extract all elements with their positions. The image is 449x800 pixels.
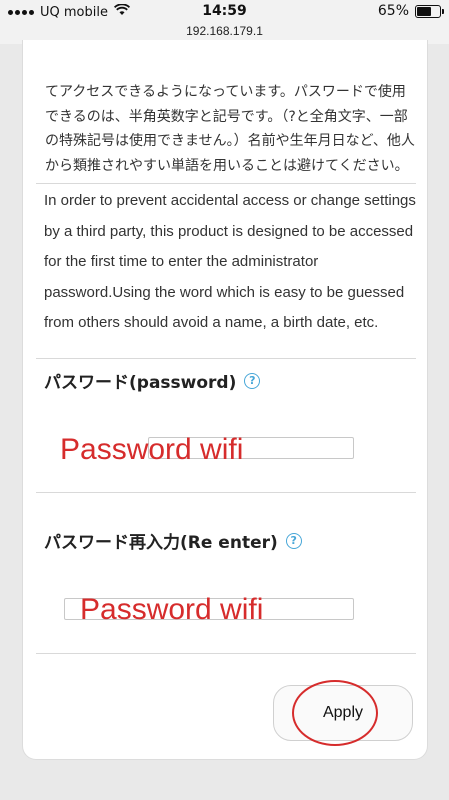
- divider: [36, 358, 416, 359]
- description-japanese: てアクセスできるようになっています。パスワードで使用できるのは、半角英数字と記号…: [45, 84, 415, 174]
- battery-percent: 65%: [377, 3, 409, 19]
- description-english: In order to prevent accidental access or…: [44, 192, 416, 331]
- divider: [36, 183, 416, 184]
- reenter-annotation: Password wifi: [80, 593, 264, 626]
- password-annotation: Password wifi: [60, 433, 244, 466]
- divider: [36, 653, 416, 654]
- password-label: パスワード(password) ?: [44, 368, 261, 393]
- status-right: 65%: [377, 3, 444, 19]
- reenter-label: パスワード再入力(Re enter) ?: [44, 528, 302, 553]
- apply-button[interactable]: Apply: [273, 685, 413, 741]
- help-icon[interactable]: ?: [244, 372, 261, 389]
- battery-icon: [415, 4, 444, 18]
- status-bar: UQ mobile 14:59 65%: [0, 0, 449, 24]
- help-icon[interactable]: ?: [285, 532, 302, 549]
- reenter-label-text: パスワード再入力(Re enter): [44, 533, 278, 553]
- divider: [36, 492, 416, 493]
- settings-card: てアクセスできるようになっています。パスワードで使用できるのは、半角英数字と記号…: [22, 40, 428, 760]
- password-label-text: パスワード(password): [44, 373, 237, 393]
